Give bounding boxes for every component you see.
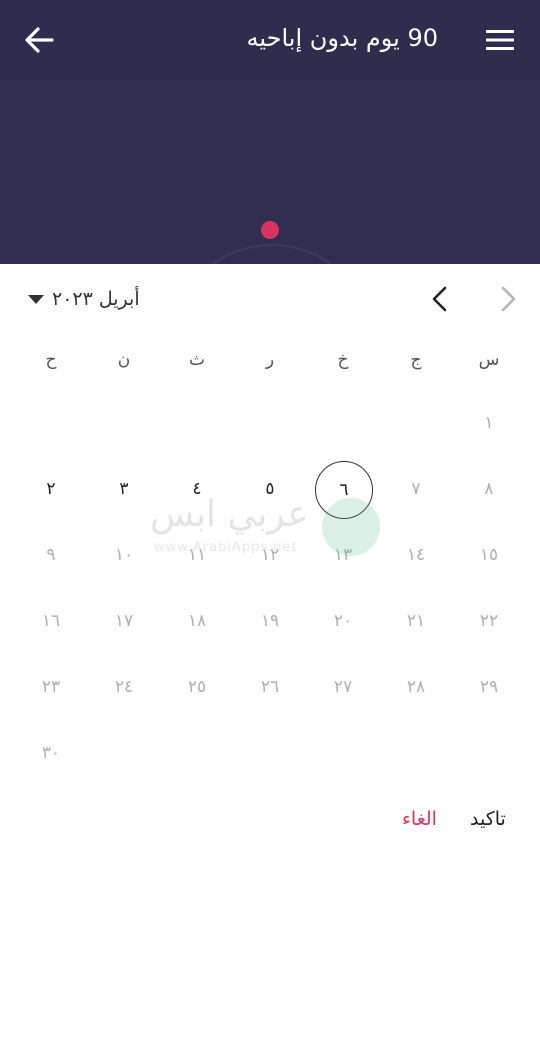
day-cell: ٩	[46, 545, 56, 565]
month-year-selector[interactable]: أبريل ٢٠٢٣	[28, 288, 140, 310]
weekday-label: ن	[117, 350, 131, 370]
chevron-left-icon[interactable]	[426, 284, 454, 314]
weekday-label: ج	[410, 350, 422, 370]
day-cell: ٢٨	[406, 677, 426, 697]
day-cell: ٢٥	[187, 677, 207, 697]
day-cell: ٢٢	[479, 611, 499, 631]
day-cell: ١	[484, 413, 494, 433]
date-picker-dialog: أبريل ٢٠٢٣ سجخرثنح ١ ٨ ٧ ٦ ٥ ٤ ٣ ٢ ١٥ ١٤ ١٣ ١٢ ١١ ١٠ ٩…	[0, 264, 540, 1057]
month-year-label: أبريل ٢٠٢٣	[52, 288, 140, 310]
day-cell: ٢٧	[333, 677, 353, 697]
day-cell: ١٥	[479, 545, 499, 565]
day-cell: ٧	[411, 479, 421, 499]
day-cell[interactable]: ٢	[23, 461, 79, 517]
day-cell: ٢٦	[260, 677, 280, 697]
day-cell: ٢١	[406, 611, 426, 631]
page-title: 90 يوم بدون إباحيه	[246, 24, 438, 52]
arrow-left-icon[interactable]	[22, 24, 56, 56]
day-cell: ٢٠	[333, 611, 353, 631]
app-header: 90 يوم بدون إباحيه	[0, 0, 540, 80]
day-cell[interactable]: ٣	[96, 461, 152, 517]
weekday-label: خ	[337, 350, 349, 370]
day-cell: ٨	[484, 479, 494, 499]
weekday-label: س	[478, 350, 500, 370]
weekday-label: ح	[45, 350, 57, 370]
day-cell: ٢٤	[114, 677, 134, 697]
day-cell: ٣٠	[41, 743, 61, 763]
day-cell: ٢٣	[41, 677, 61, 697]
day-cell: ١٠	[114, 545, 134, 565]
day-cell: ٢٩	[479, 677, 499, 697]
day-cell[interactable]: ٤	[169, 461, 225, 517]
confirm-button[interactable]: تاكيد	[470, 808, 506, 830]
day-cell: ١٤	[406, 545, 426, 565]
day-cell: ١٢	[260, 545, 280, 565]
weekday-label: ث	[188, 350, 205, 370]
chevron-right-icon[interactable]	[494, 284, 522, 314]
triangle-down-icon	[28, 294, 44, 304]
progress-ring-decoration	[170, 244, 374, 264]
day-cell: ١١	[187, 545, 207, 565]
cancel-button[interactable]: الغاء	[402, 808, 437, 830]
weekday-header-row: سجخرثنح	[14, 350, 526, 374]
day-cell: ١٩	[260, 611, 280, 631]
progress-dot	[261, 221, 279, 239]
selected-day-cell[interactable]: ٦	[315, 461, 373, 519]
day-cell: ١٦	[41, 611, 61, 631]
day-cell: ١٨	[187, 611, 207, 631]
day-cell: ١٧	[114, 611, 134, 631]
hero-banner	[0, 80, 540, 264]
weekday-label: ر	[265, 350, 275, 370]
day-cell: ١٣	[333, 545, 353, 565]
hamburger-menu-icon[interactable]	[486, 29, 514, 51]
day-cell[interactable]: ٥	[242, 461, 298, 517]
